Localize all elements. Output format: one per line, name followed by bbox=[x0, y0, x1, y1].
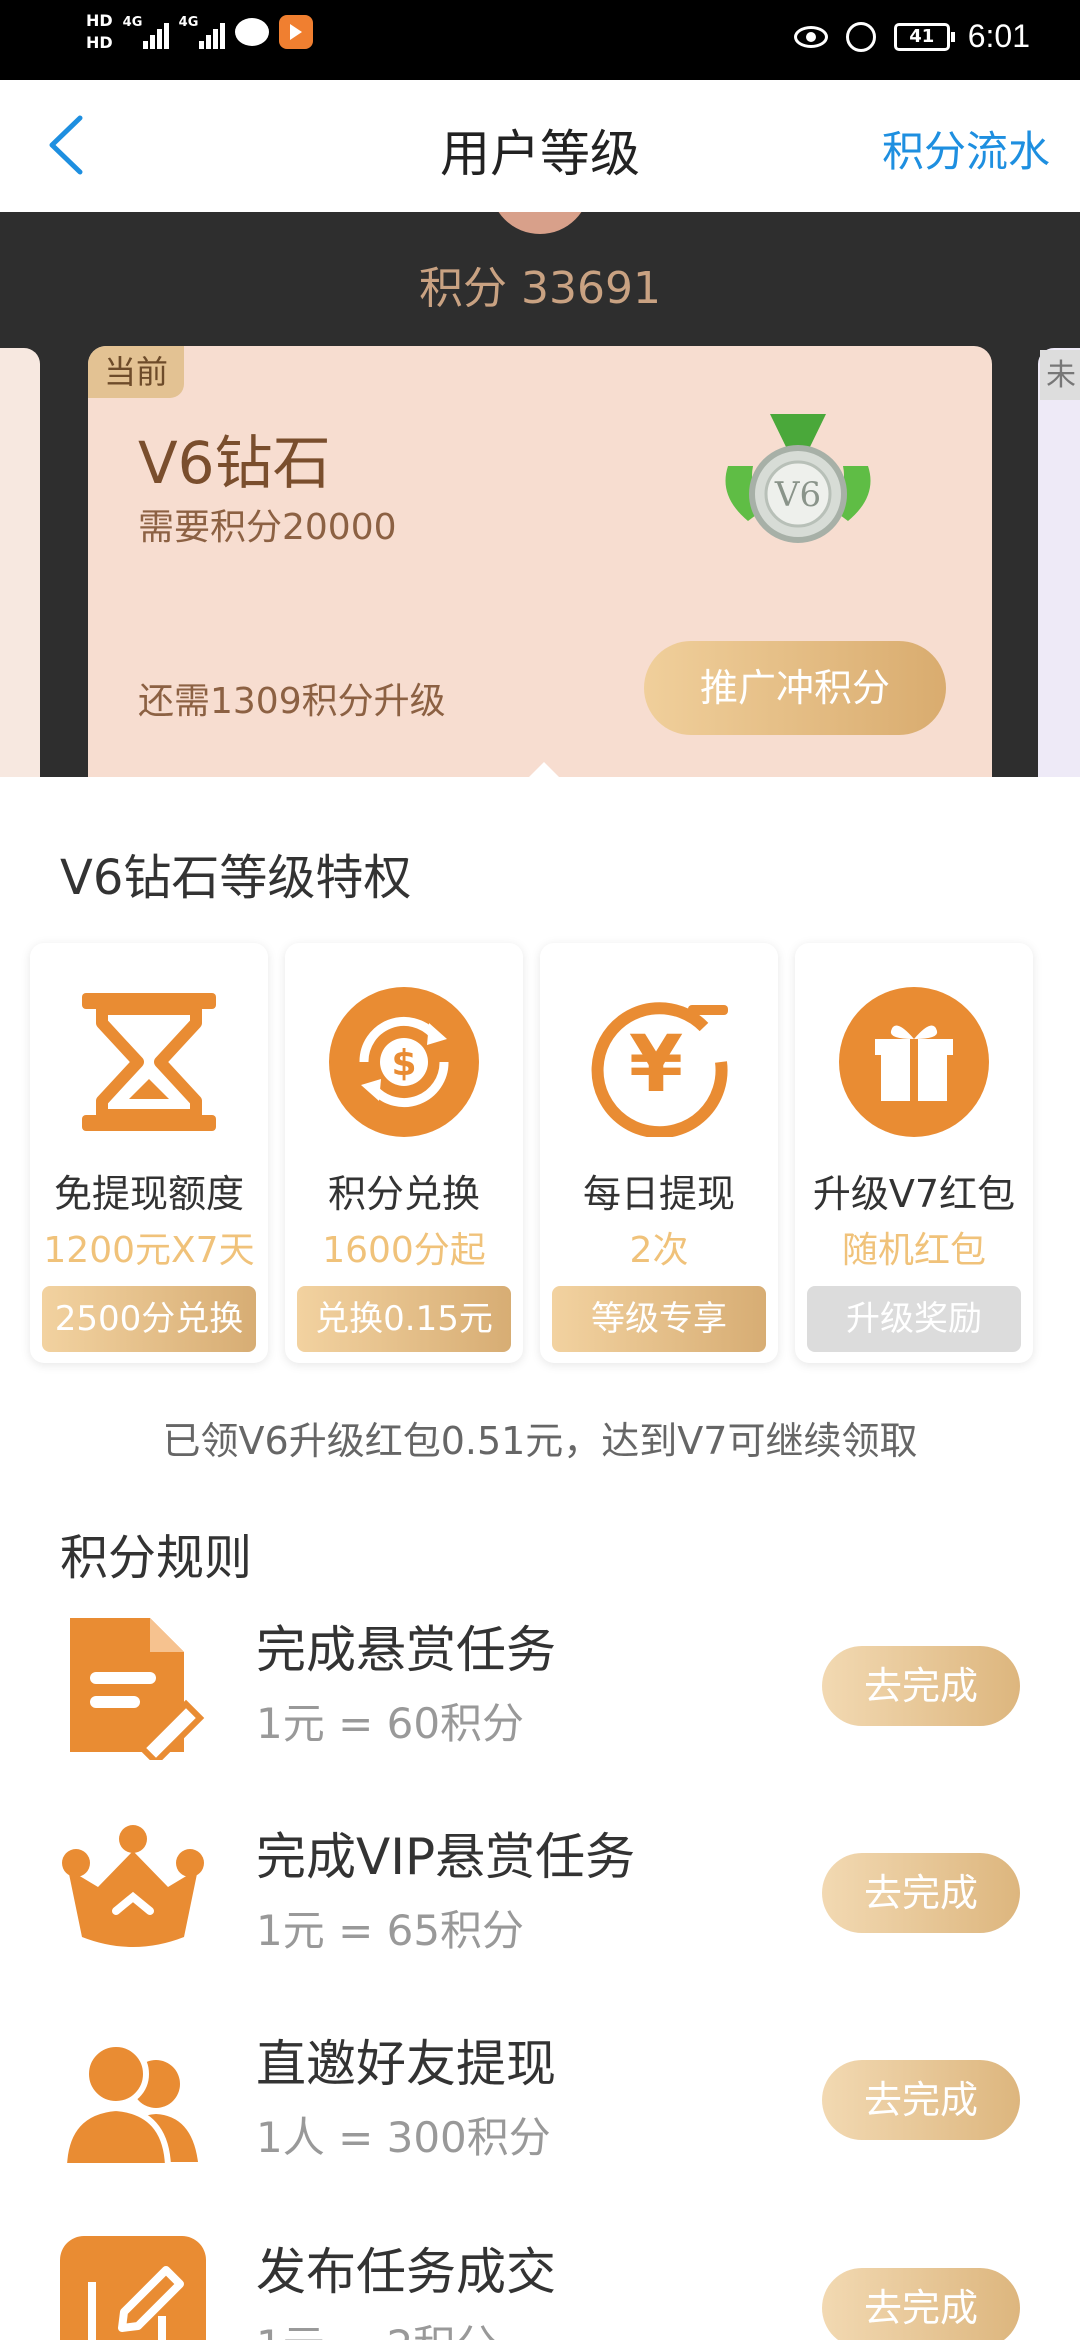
rule-subtitle: 1人 = 300积分 bbox=[256, 2113, 551, 2162]
gift-icon bbox=[839, 987, 989, 1137]
go-complete-button[interactable]: 去完成 bbox=[822, 1853, 1020, 1933]
rule-item: 直邀好友提现 1人 = 300积分 去完成 bbox=[0, 2024, 1080, 2204]
perk-name: 升级V7红包 bbox=[812, 1172, 1016, 1216]
privileges-title: V6钻石等级特权 bbox=[60, 850, 412, 906]
go-complete-button[interactable]: 去完成 bbox=[822, 1646, 1020, 1726]
wechat-icon bbox=[234, 18, 269, 46]
hourglass-icon bbox=[82, 993, 216, 1131]
perk-button-level-exclusive[interactable]: 等级专享 bbox=[552, 1286, 766, 1352]
video-app-icon bbox=[278, 15, 313, 49]
navbar: 用户等级 积分流水 bbox=[0, 80, 1080, 212]
clock: 6:01 bbox=[967, 18, 1030, 54]
signal-icon-2: 4G bbox=[179, 15, 225, 49]
rule-subtitle: 1元 = 60积分 bbox=[256, 1699, 525, 1748]
promote-button[interactable]: 推广冲积分 bbox=[644, 641, 946, 735]
perk-button-upgrade-reward[interactable]: 升级奖励 bbox=[807, 1286, 1021, 1352]
alarm-icon bbox=[845, 21, 876, 52]
perk-card-points-exchange: $ 积分兑换 1600分起 兑换0.15元 bbox=[285, 943, 523, 1363]
level-name: V6钻石 bbox=[138, 429, 331, 497]
perk-value: 1600分起 bbox=[322, 1230, 486, 1271]
crown-icon bbox=[62, 1825, 204, 1947]
perk-button-exchange[interactable]: 2500分兑换 bbox=[42, 1286, 256, 1352]
rules-title: 积分规则 bbox=[60, 1530, 253, 1586]
hd-label-2: HD bbox=[86, 33, 113, 52]
next-level-tag: 未 bbox=[1040, 350, 1080, 400]
perk-value: 2次 bbox=[629, 1230, 689, 1271]
perk-value: 1200元X7天 bbox=[43, 1230, 255, 1271]
level-required-points: 需要积分20000 bbox=[138, 507, 397, 548]
go-complete-button[interactable]: 去完成 bbox=[822, 2060, 1020, 2140]
signal-icon: 4G bbox=[123, 15, 169, 49]
eye-icon bbox=[793, 25, 828, 48]
card-pointer bbox=[528, 762, 560, 778]
v6-medal-icon: V6 bbox=[725, 414, 871, 543]
perk-button-exchange-cash[interactable]: 兑换0.15元 bbox=[297, 1286, 511, 1352]
level-remaining-points: 还需1309积分升级 bbox=[138, 681, 446, 722]
svg-text:$: $ bbox=[391, 1043, 416, 1084]
perk-card-withdraw-quota: 免提现额度 1200元X7天 2500分兑换 bbox=[30, 943, 268, 1363]
go-complete-button[interactable]: 去完成 bbox=[822, 2268, 1020, 2340]
rule-item: 发布任务成交 1元 = 2积分 去完成 bbox=[0, 2232, 1080, 2340]
rule-title: 完成VIP悬赏任务 bbox=[256, 1828, 636, 1886]
redpacket-notice: 已领V6升级红包0.51元，达到V7可继续领取 bbox=[162, 1419, 918, 1463]
rule-item: 完成VIP悬赏任务 1元 = 65积分 去完成 bbox=[0, 1817, 1080, 1997]
perk-name: 积分兑换 bbox=[327, 1172, 480, 1216]
perk-card-upgrade-redpacket: 升级V7红包 随机红包 升级奖励 bbox=[795, 943, 1033, 1363]
perk-card-daily-withdraw: ¥ 每日提现 2次 等级专享 bbox=[540, 943, 778, 1363]
points-history-link[interactable]: 积分流水 bbox=[882, 118, 1050, 179]
status-bar: HD HD 4G 4G 41 6:01 bbox=[0, 0, 1080, 80]
points-total: 积分 33691 bbox=[419, 263, 661, 314]
rule-title: 发布任务成交 bbox=[256, 2243, 556, 2301]
coin-exchange-icon: $ bbox=[329, 987, 479, 1137]
perk-name: 每日提现 bbox=[582, 1172, 735, 1216]
rule-title: 完成悬赏任务 bbox=[256, 1621, 556, 1679]
current-level-card: 当前 V6钻石 需要积分20000 还需1309积分升级 推广冲积分 V6 bbox=[88, 346, 992, 778]
users-icon bbox=[60, 2041, 198, 2169]
rule-item: 完成悬赏任务 1元 = 60积分 去完成 bbox=[0, 1610, 1080, 1790]
perk-value: 随机红包 bbox=[841, 1230, 986, 1271]
yen-withdraw-icon: ¥ bbox=[591, 1002, 728, 1137]
next-level-card[interactable] bbox=[1038, 348, 1080, 778]
svg-text:¥: ¥ bbox=[629, 1020, 683, 1110]
current-tag: 当前 bbox=[88, 346, 184, 398]
perk-name: 免提现额度 bbox=[53, 1172, 244, 1216]
document-edit-icon bbox=[70, 1618, 205, 1760]
svg-text:V6: V6 bbox=[774, 475, 821, 515]
battery-icon: 41 bbox=[893, 22, 955, 51]
prev-level-card[interactable] bbox=[0, 348, 40, 778]
hd-label-1: HD bbox=[86, 11, 113, 30]
publish-edit-icon bbox=[60, 2236, 206, 2340]
rule-title: 直邀好友提现 bbox=[256, 2035, 556, 2093]
avatar bbox=[490, 212, 590, 234]
rule-subtitle: 1元 = 2积分 bbox=[256, 2312, 497, 2340]
rule-subtitle: 1元 = 65积分 bbox=[256, 1906, 525, 1955]
